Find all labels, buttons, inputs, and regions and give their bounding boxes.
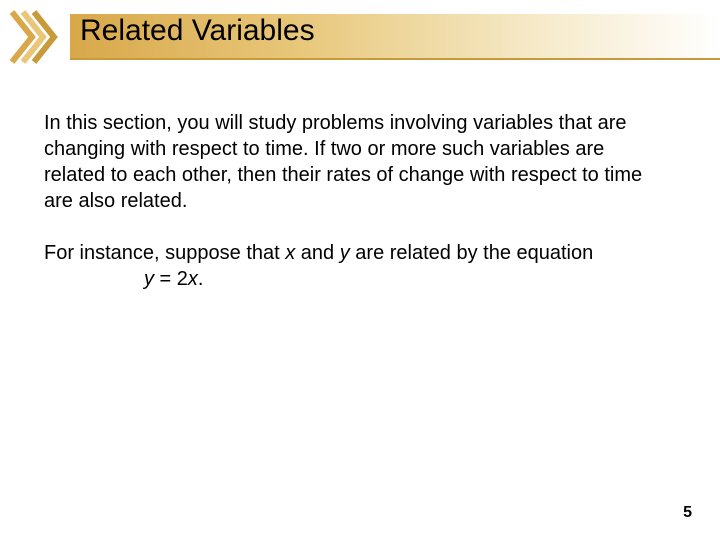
p2-post: are related by the equation <box>350 242 594 264</box>
content-area: In this section, you will study problems… <box>44 110 660 318</box>
chevron-icon <box>8 8 66 66</box>
eq-eq: = 2 <box>154 268 188 290</box>
page-number: 5 <box>683 504 692 522</box>
paragraph-2: For instance, suppose that x and y are r… <box>44 240 660 292</box>
paragraph-1: In this section, you will study problems… <box>44 110 660 214</box>
eq-end: . <box>198 268 204 290</box>
p2-var-x: x <box>285 242 295 264</box>
p2-var-y: y <box>340 242 350 264</box>
page-title: Related Variables <box>80 14 315 48</box>
eq-lhs: y <box>144 268 154 290</box>
p2-mid: and <box>295 242 339 264</box>
equation: y = 2x. <box>44 266 660 292</box>
eq-rhs: x <box>188 268 198 290</box>
p2-pre: For instance, suppose that <box>44 242 285 264</box>
